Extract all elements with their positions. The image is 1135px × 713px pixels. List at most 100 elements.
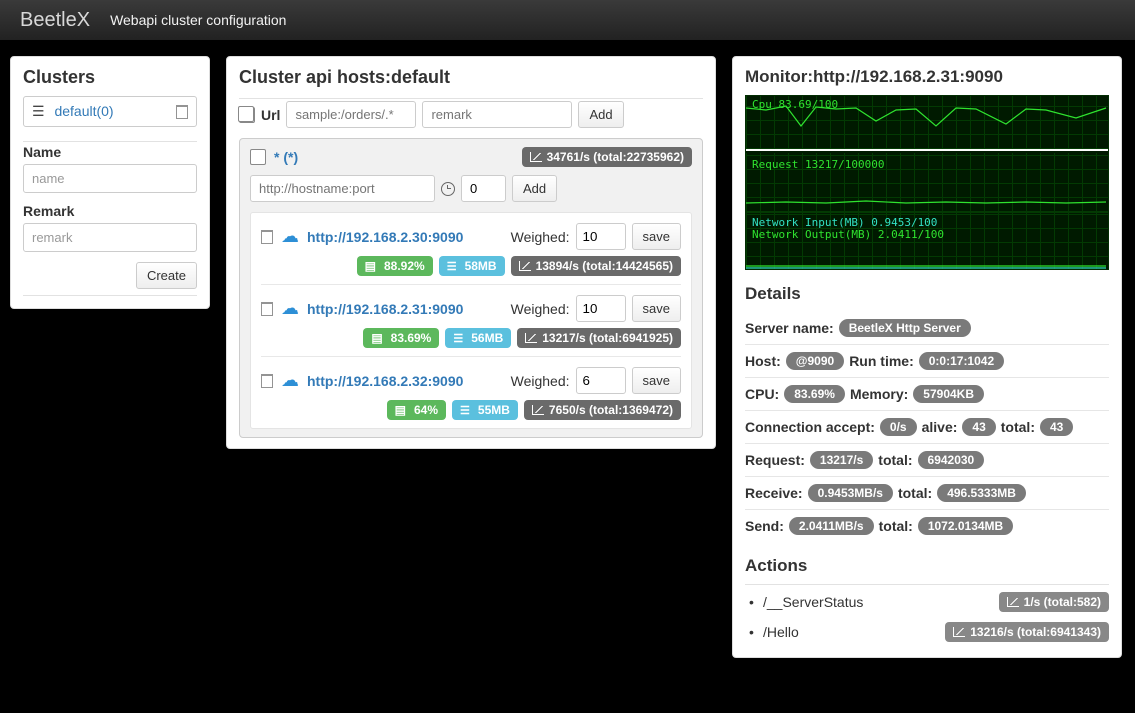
url-input[interactable] <box>286 101 416 128</box>
memory-label: Memory: <box>850 386 908 402</box>
req-rate: 13217/s <box>810 451 873 469</box>
action-row: /__ServerStatus 1/s (total:582) <box>745 587 1109 617</box>
chart-icon <box>530 152 542 162</box>
conn-total-label: total: <box>1001 419 1035 435</box>
checkbox-icon[interactable] <box>250 149 266 165</box>
action-name: /Hello <box>763 624 799 640</box>
host-link[interactable]: http://192.168.2.31:9090 <box>307 301 463 317</box>
send-rate: 2.0411MB/s <box>789 517 874 535</box>
chart-icon <box>953 627 965 637</box>
delete-host-icon[interactable] <box>261 230 273 244</box>
cloud-icon: ☁ <box>281 370 299 391</box>
host-stat-badge: 13217/s (total:6941925) <box>517 328 681 348</box>
cpu-label: CPU: <box>745 386 779 402</box>
weighed-label: Weighed: <box>511 229 570 245</box>
cpu-value: 83.69% <box>784 385 845 403</box>
hosts-title: Cluster api hosts:default <box>239 67 703 88</box>
clusters-title: Clusters <box>23 67 197 88</box>
nav-subtitle: Webapi cluster configuration <box>110 12 286 28</box>
cluster-item[interactable]: ☰ default(0) <box>23 96 197 127</box>
server-name-label: Server name: <box>745 320 834 336</box>
monitor-chart: Cpu 83.69/100 Request 13217/100000 Netwo… <box>745 95 1109 270</box>
hosts-panel: Cluster api hosts:default Url Add * (*) <box>226 56 716 449</box>
delete-cluster-icon[interactable] <box>176 105 188 119</box>
action-name: /__ServerStatus <box>763 594 863 610</box>
save-button[interactable]: save <box>632 367 681 394</box>
save-button[interactable]: save <box>632 295 681 322</box>
add-host-button[interactable]: Add <box>512 175 557 202</box>
cloud-icon: ☁ <box>281 226 299 247</box>
host-stat-badge: 7650/s (total:1369472) <box>524 400 681 420</box>
send-total-value: 1072.0134MB <box>918 517 1013 535</box>
host-row: ☁ http://192.168.2.31:9090 Weighed: save… <box>261 285 681 357</box>
cluster-link[interactable]: default(0) <box>54 103 113 119</box>
url-remark-input[interactable] <box>422 101 572 128</box>
name-label: Name <box>23 144 197 160</box>
req-total-value: 6942030 <box>918 451 985 469</box>
details-list: Server name: BeetleX Http Server Host: @90… <box>745 312 1109 542</box>
api-block: * (*) 34761/s (total:22735962) Add <box>239 138 703 438</box>
host-stat-badge: 13894/s (total:14424565) <box>511 256 681 276</box>
mem-badge: 58MB <box>439 256 505 276</box>
cloud-icon: ☁ <box>281 298 299 319</box>
list-icon: ☰ <box>32 103 45 119</box>
name-input[interactable] <box>23 164 197 193</box>
api-name[interactable]: * (*) <box>274 149 298 165</box>
url-label: Url <box>261 107 280 123</box>
cpu-badge: 83.69% <box>363 328 439 348</box>
action-stat-badge: 13216/s (total:6941343) <box>945 622 1109 642</box>
send-total-label: total: <box>879 518 913 534</box>
recv-total-label: total: <box>898 485 932 501</box>
navbar: BeetleX Webapi cluster configuration <box>0 0 1135 40</box>
create-button[interactable]: Create <box>136 262 197 289</box>
remark-input[interactable] <box>23 223 197 252</box>
api-total-badge: 34761/s (total:22735962) <box>522 147 692 167</box>
cpu-badge: 64% <box>387 400 446 420</box>
host-list: ☁ http://192.168.2.30:9090 Weighed: save… <box>250 212 692 429</box>
weight-input[interactable] <box>576 367 626 394</box>
host-row: ☁ http://192.168.2.32:9090 Weighed: save… <box>261 357 681 428</box>
delete-host-icon[interactable] <box>261 302 273 316</box>
monitor-title: Monitor:http://192.168.2.31:9090 <box>745 67 1109 87</box>
chart-icon <box>525 333 537 343</box>
action-row: /Hello 13216/s (total:6941343) <box>745 617 1109 647</box>
server-name-value: BeetleX Http Server <box>839 319 971 337</box>
mon-request-label: Request 13217/100000 <box>752 158 884 171</box>
weight-input[interactable] <box>576 223 626 250</box>
host-value: @9090 <box>786 352 844 370</box>
req-total-label: total: <box>878 452 912 468</box>
chart-icon <box>532 405 544 415</box>
save-button[interactable]: save <box>632 223 681 250</box>
runtime-label: Run time: <box>849 353 914 369</box>
host-input[interactable] <box>250 175 435 202</box>
clock-icon <box>441 182 455 196</box>
action-stat-badge: 1/s (total:582) <box>999 592 1109 612</box>
host-link[interactable]: http://192.168.2.30:9090 <box>307 229 463 245</box>
actions-title: Actions <box>745 556 1109 576</box>
remark-label: Remark <box>23 203 197 219</box>
mem-badge: 55MB <box>452 400 518 420</box>
copy-icon[interactable] <box>239 107 255 123</box>
conn-label: Connection accept: <box>745 419 875 435</box>
mon-netout-label: Network Output(MB) 2.0411/100 <box>752 228 944 241</box>
default-weight-input[interactable] <box>461 175 506 202</box>
clusters-panel: Clusters ☰ default(0) Name Remark Create <box>10 56 210 309</box>
delete-host-icon[interactable] <box>261 374 273 388</box>
chart-icon <box>519 261 531 271</box>
cpu-badge: 88.92% <box>357 256 433 276</box>
conn-rate: 0/s <box>880 418 917 436</box>
add-url-button[interactable]: Add <box>578 101 623 128</box>
runtime-value: 0:0:17:1042 <box>919 352 1004 370</box>
conn-total-value: 43 <box>1040 418 1073 436</box>
details-title: Details <box>745 284 1109 304</box>
req-label: Request: <box>745 452 805 468</box>
mem-badge: 56MB <box>445 328 511 348</box>
weighed-label: Weighed: <box>511 373 570 389</box>
mon-cpu-label: Cpu 83.69/100 <box>752 98 838 111</box>
recv-label: Receive: <box>745 485 803 501</box>
host-link[interactable]: http://192.168.2.32:9090 <box>307 373 463 389</box>
weight-input[interactable] <box>576 295 626 322</box>
monitor-panel: Monitor:http://192.168.2.31:9090 <box>732 56 1122 658</box>
host-label: Host: <box>745 353 781 369</box>
recv-total-value: 496.5333MB <box>937 484 1026 502</box>
